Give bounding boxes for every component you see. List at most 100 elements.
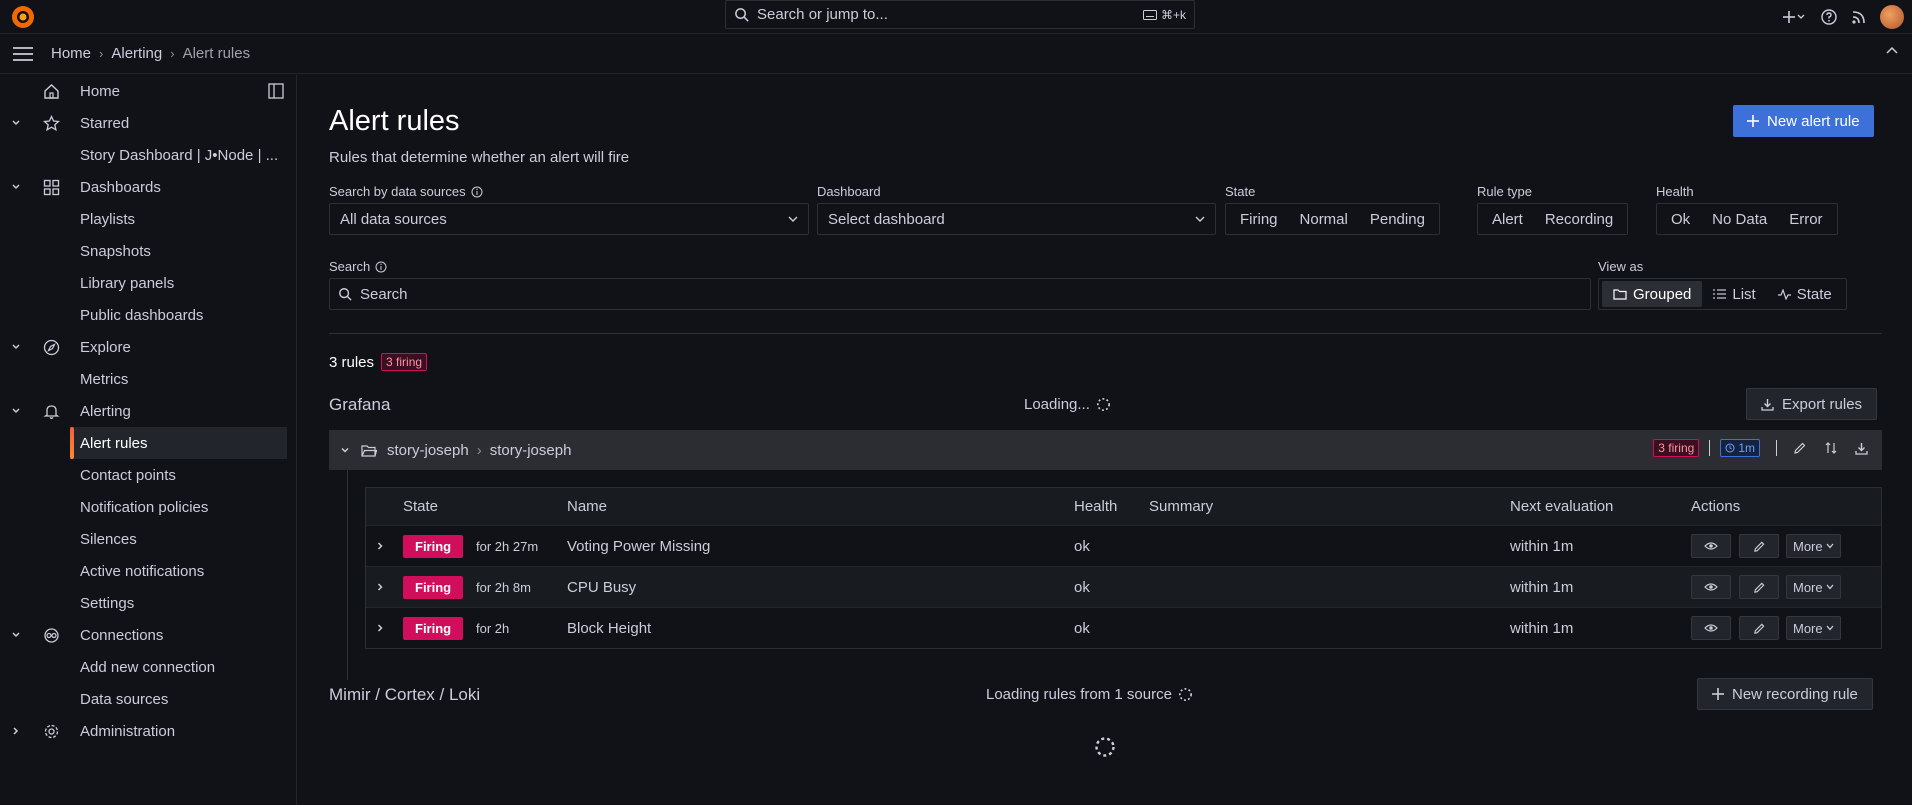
dock-menu-icon[interactable] — [268, 83, 284, 99]
chevron-down-icon[interactable] — [9, 404, 23, 418]
new-recording-rule-button[interactable]: New recording rule — [1697, 678, 1873, 710]
state-option-normal[interactable]: Normal — [1289, 206, 1359, 232]
breadcrumb-alerting[interactable]: Alerting — [111, 45, 162, 62]
news-button[interactable] — [1844, 2, 1874, 32]
more-label: More — [1793, 538, 1823, 554]
export-rules-button[interactable]: Export rules — [1746, 388, 1878, 420]
viewas-option-grouped[interactable]: Grouped — [1602, 281, 1703, 307]
datasource-select[interactable]: All data sources — [329, 203, 809, 235]
eye-icon — [1704, 583, 1718, 591]
sidebar-item-notification-policies[interactable]: Notification policies — [0, 491, 296, 523]
global-search-input[interactable]: Search or jump to... ⌘+k — [725, 0, 1195, 29]
sidebar-item-playlists[interactable]: Playlists — [0, 203, 296, 235]
viewas-option-state[interactable]: State — [1767, 281, 1843, 307]
breadcrumb-alert-rules: Alert rules — [182, 45, 251, 62]
rules-search-input[interactable]: Search — [329, 278, 1591, 310]
rule-group-header[interactable]: story-joseph › story-joseph 3 firing 1m — [329, 430, 1882, 470]
reorder-icon[interactable] — [1825, 441, 1837, 455]
search-filter-label-text: Search — [329, 259, 371, 274]
sidebar-item-add-new-connection[interactable]: Add new connection — [0, 651, 296, 683]
health-option-ok[interactable]: Ok — [1660, 206, 1701, 232]
more-actions-button[interactable]: More — [1786, 616, 1841, 640]
sidebar-item-alerting[interactable]: Alerting — [0, 395, 296, 427]
sidebar-item-dashboards[interactable]: Dashboards — [0, 171, 296, 203]
sidebar-item-snapshots[interactable]: Snapshots — [0, 235, 296, 267]
health-option-nodata[interactable]: No Data — [1701, 206, 1778, 232]
chevron-right-icon[interactable] — [374, 622, 386, 634]
rules-search-placeholder: Search — [360, 285, 408, 303]
sidebar-item-silences[interactable]: Silences — [0, 523, 296, 555]
sidebar-item-data-sources[interactable]: Data sources — [0, 683, 296, 715]
sidebar-item-library-panels[interactable]: Library panels — [0, 267, 296, 299]
sidebar-item-label: Explore — [80, 338, 131, 356]
sidebar-item-metrics[interactable]: Metrics — [0, 363, 296, 395]
edit-rule-button[interactable] — [1739, 575, 1779, 599]
sidebar-item-contact-points[interactable]: Contact points — [0, 459, 296, 491]
evaluation-interval-badge: 1m — [1720, 439, 1760, 457]
chevron-right-icon[interactable] — [9, 724, 23, 738]
table-row[interactable]: Firing for 2h Block Height ok within 1m … — [366, 607, 1881, 648]
sidebar-item-connections[interactable]: Connections — [0, 619, 296, 651]
chevron-down-icon[interactable] — [9, 628, 23, 642]
table-row[interactable]: Firing for 2h 8m CPU Busy ok within 1m M… — [366, 566, 1881, 607]
export-icon[interactable] — [1855, 442, 1868, 455]
sidebar-item-active-notifications[interactable]: Active notifications — [0, 555, 296, 587]
datasource-select-value: All data sources — [340, 210, 447, 228]
sidebar-item-public-dashboards[interactable]: Public dashboards — [0, 299, 296, 331]
info-icon[interactable] — [375, 261, 387, 273]
ruletype-option-alert[interactable]: Alert — [1481, 206, 1534, 232]
chevron-right-icon: › — [99, 46, 104, 61]
help-button[interactable] — [1814, 2, 1844, 32]
user-avatar[interactable] — [1880, 5, 1904, 29]
sidebar-item-story-dashboard[interactable]: Story Dashboard | J•Node | ... — [0, 139, 296, 171]
add-new-button[interactable] — [1774, 2, 1814, 32]
rule-name: Voting Power Missing — [567, 537, 711, 555]
view-rule-button[interactable] — [1691, 534, 1731, 558]
divider — [329, 333, 1882, 334]
chevron-right-icon[interactable] — [374, 540, 386, 552]
view-rule-button[interactable] — [1691, 616, 1731, 640]
state-option-pending[interactable]: Pending — [1359, 206, 1436, 232]
gear-icon — [44, 724, 59, 739]
chevron-down-icon[interactable] — [339, 444, 351, 456]
viewas-option-list[interactable]: List — [1702, 281, 1766, 307]
chevron-down-icon[interactable] — [9, 340, 23, 354]
edit-rule-button[interactable] — [1739, 534, 1779, 558]
export-rules-label: Export rules — [1782, 395, 1863, 413]
col-actions: Actions — [1691, 498, 1741, 515]
chevron-down-icon[interactable] — [9, 116, 23, 130]
edit-rule-button[interactable] — [1739, 616, 1779, 640]
sidebar-item-starred[interactable]: Starred — [0, 107, 296, 139]
folder-name[interactable]: story-joseph — [387, 442, 469, 459]
breadcrumb-home[interactable]: Home — [51, 45, 91, 62]
pencil-icon[interactable] — [1793, 441, 1807, 455]
menu-toggle-button[interactable] — [0, 46, 46, 61]
ruletype-option-recording[interactable]: Recording — [1534, 206, 1624, 232]
new-alert-rule-button[interactable]: New alert rule — [1733, 105, 1874, 137]
sidebar-item-explore[interactable]: Explore — [0, 331, 296, 363]
more-actions-button[interactable]: More — [1786, 534, 1841, 558]
view-rule-button[interactable] — [1691, 575, 1731, 599]
more-actions-button[interactable]: More — [1786, 575, 1841, 599]
hamburger-icon — [13, 46, 33, 61]
dashboard-select[interactable]: Select dashboard — [817, 203, 1216, 235]
sidebar-item-label: Notification policies — [80, 498, 209, 516]
chevron-right-icon[interactable] — [374, 581, 386, 593]
info-icon[interactable] — [471, 186, 483, 198]
chevron-down-icon[interactable] — [9, 180, 23, 194]
health-filter-group: Ok No Data Error — [1656, 203, 1838, 235]
sidebar-item-home[interactable]: Home — [0, 75, 296, 107]
health-option-error[interactable]: Error — [1778, 206, 1833, 232]
eye-icon — [1704, 624, 1718, 632]
sidebar-item-settings[interactable]: Settings — [0, 587, 296, 619]
grafana-section-title: Grafana — [329, 395, 391, 414]
sidebar-item-administration[interactable]: Administration — [0, 715, 296, 747]
collapse-header-button[interactable] — [1886, 46, 1898, 54]
col-health: Health — [1074, 498, 1118, 515]
state-option-firing[interactable]: Firing — [1229, 206, 1289, 232]
grafana-logo-icon[interactable] — [10, 4, 36, 30]
table-row[interactable]: Firing for 2h 27m Voting Power Missing o… — [366, 525, 1881, 566]
chevron-down-icon — [1826, 584, 1834, 590]
sidebar-item-alert-rules[interactable]: Alert rules — [70, 427, 287, 459]
new-alert-rule-label: New alert rule — [1767, 112, 1860, 130]
